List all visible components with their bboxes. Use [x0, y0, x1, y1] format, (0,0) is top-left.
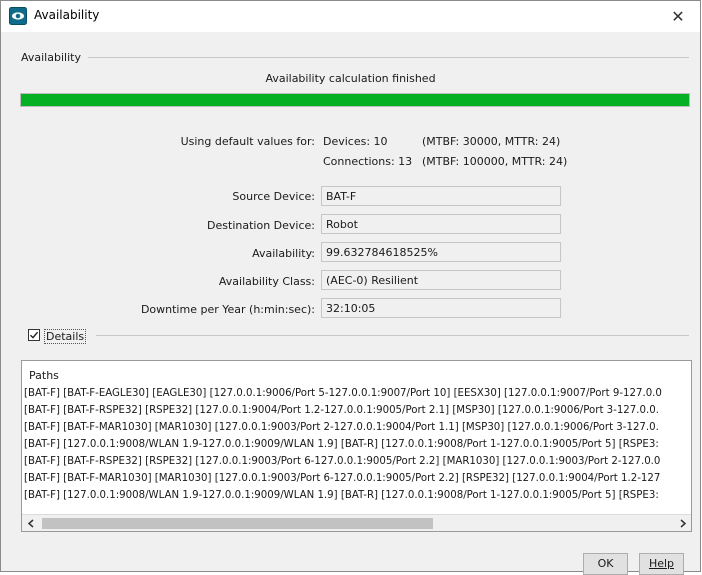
- downtime-field[interactable]: 32:10:05: [321, 298, 561, 318]
- details-separator: [96, 335, 689, 336]
- availability-label: Availability:: [252, 247, 315, 260]
- source-device-field[interactable]: BAT-F: [321, 186, 561, 206]
- horizontal-scrollbar[interactable]: [22, 514, 691, 531]
- chevron-left-icon: [27, 519, 33, 528]
- help-button[interactable]: Help: [639, 553, 684, 575]
- source-device-label: Source Device:: [232, 190, 315, 203]
- path-row[interactable]: [BAT-F] [127.0.0.1:9008/WLAN 1.9-127.0.0…: [24, 488, 690, 504]
- scroll-left-button[interactable]: [22, 515, 39, 531]
- window-title: Availability: [34, 8, 100, 22]
- group-separator: [88, 57, 689, 58]
- checkmark-icon: [30, 331, 39, 339]
- connections-values: (MTBF: 100000, MTTR: 24): [422, 155, 568, 168]
- scroll-right-button[interactable]: [674, 515, 691, 531]
- destination-device-label: Destination Device:: [207, 219, 315, 232]
- close-button[interactable]: ✕: [656, 1, 700, 32]
- availability-class-label: Availability Class:: [218, 275, 315, 288]
- downtime-label: Downtime per Year (h:min:sec):: [140, 303, 315, 316]
- chevron-right-icon: [680, 519, 686, 528]
- status-text: Availability calculation finished: [265, 72, 436, 85]
- path-row[interactable]: [BAT-F] [BAT-F-MAR1030] [MAR1030] [127.0…: [24, 471, 690, 487]
- availability-class-field[interactable]: (AEC-0) Resilient: [321, 270, 561, 290]
- path-row[interactable]: [BAT-F] [BAT-F-MAR1030] [MAR1030] [127.0…: [24, 420, 690, 436]
- group-title: Availability: [21, 51, 81, 64]
- close-icon: ✕: [671, 7, 685, 26]
- path-row[interactable]: [BAT-F] [BAT-F-EAGLE30] [EAGLE30] [127.0…: [24, 386, 690, 402]
- availability-dialog: Availability ✕ Availability Availability…: [0, 0, 701, 575]
- destination-device-field[interactable]: Robot: [321, 214, 561, 234]
- path-row[interactable]: [BAT-F] [BAT-F-RSPE32] [RSPE32] [127.0.0…: [24, 403, 690, 419]
- defaults-label: Using default values for:: [180, 135, 315, 148]
- devices-values: (MTBF: 30000, MTTR: 24): [422, 135, 561, 148]
- progress-fill: [21, 94, 689, 106]
- ok-button[interactable]: OK: [583, 553, 628, 575]
- eye-app-icon: [9, 7, 27, 25]
- path-row[interactable]: [BAT-F] [127.0.0.1:9008/WLAN 1.9-127.0.0…: [24, 437, 690, 453]
- connections-count: Connections: 13: [323, 155, 413, 168]
- progress-bar: [20, 93, 690, 107]
- availability-field[interactable]: 99.632784618525%: [321, 242, 561, 262]
- details-checkbox[interactable]: [28, 329, 40, 341]
- path-row[interactable]: [BAT-F] [BAT-F-RSPE32] [RSPE32] [127.0.0…: [24, 454, 690, 470]
- paths-list[interactable]: Paths [BAT-F] [BAT-F-EAGLE30] [EAGLE30] …: [21, 360, 692, 532]
- scroll-thumb[interactable]: [42, 518, 433, 529]
- details-label[interactable]: Details: [44, 329, 87, 344]
- devices-count: Devices: 10: [323, 135, 388, 148]
- title-bar: Availability ✕: [1, 1, 700, 32]
- paths-heading: Paths: [29, 369, 59, 382]
